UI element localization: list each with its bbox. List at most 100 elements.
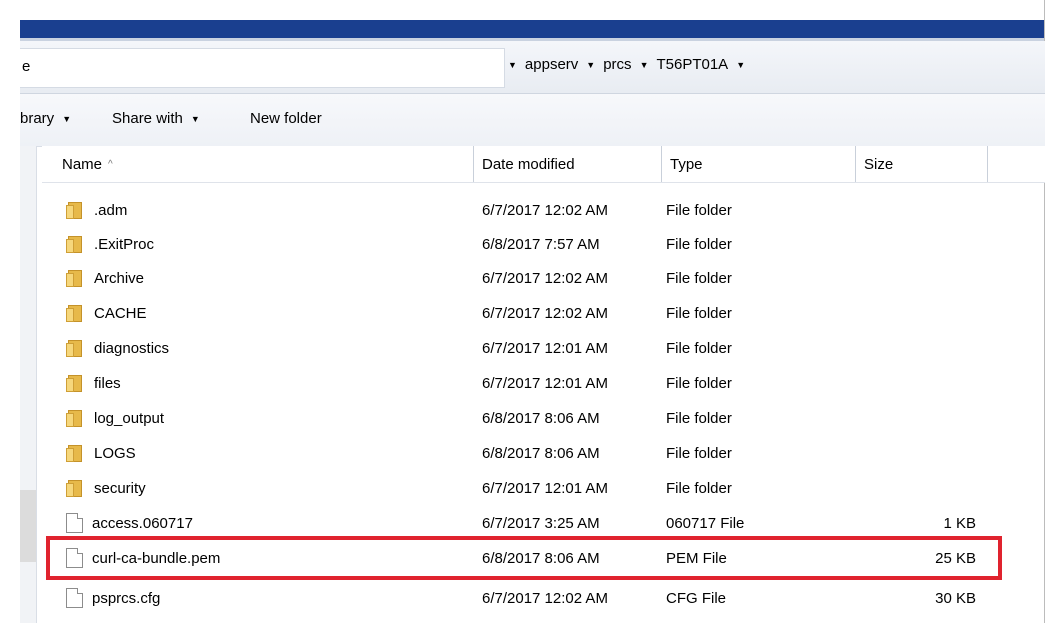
date-cell: 6/7/2017 3:25 AM (482, 514, 600, 532)
name-cell: diagnostics (66, 331, 169, 365)
file-name: .ExitProc (94, 235, 155, 253)
file-row[interactable]: .adm 6/7/2017 12:02 AM File folder (42, 193, 1045, 227)
name-cell: .ExitProc (66, 227, 154, 261)
column-name-label: Name (62, 155, 103, 173)
column-header-name[interactable]: Name ^ (42, 146, 474, 182)
folder-icon (66, 479, 85, 497)
share-with-button[interactable]: Share with ▼ (112, 110, 200, 127)
file-name: log_output (94, 409, 165, 427)
file-name: security (94, 479, 146, 497)
column-header-size[interactable]: Size (856, 146, 988, 182)
folder-icon (66, 269, 85, 287)
file-name: Archive (94, 269, 145, 287)
date-cell: 6/8/2017 8:06 AM (482, 549, 600, 567)
type-cell: File folder (666, 374, 732, 392)
size-cell (860, 366, 976, 400)
column-header-date[interactable]: Date modified (474, 146, 662, 182)
column-header-type[interactable]: Type (662, 146, 856, 182)
breadcrumb: ▼ appserv ▼ prcs ▼ T56PT01A ▼ (508, 56, 745, 73)
size-cell (860, 401, 976, 435)
file-row[interactable]: .ExitProc 6/8/2017 7:57 AM File folder (42, 227, 1045, 261)
chevron-down-icon: ▼ (190, 113, 200, 124)
folder-icon (66, 235, 85, 253)
address-field[interactable]: e (20, 48, 505, 88)
file-name: .adm (94, 201, 128, 219)
type-cell: 060717 File (666, 514, 745, 532)
date-cell: 6/7/2017 12:02 AM (482, 589, 608, 607)
chevron-down-icon[interactable]: ▼ (736, 60, 745, 70)
breadcrumb-prcs[interactable]: prcs (603, 56, 631, 73)
chevron-down-icon: ▼ (62, 113, 72, 124)
file-row[interactable]: psprcs.cfg 6/7/2017 12:02 AM CFG File 30… (42, 581, 1045, 615)
date-cell: 6/7/2017 12:02 AM (482, 304, 608, 322)
type-cell: File folder (666, 444, 732, 462)
size-cell (860, 227, 976, 261)
date-cell: 6/7/2017 12:01 AM (482, 339, 608, 357)
file-row[interactable]: access.060717 6/7/2017 3:25 AM 060717 Fi… (42, 506, 1045, 540)
folder-icon (66, 444, 85, 462)
name-cell: .adm (66, 193, 127, 227)
file-name: LOGS (94, 444, 136, 462)
file-name: files (94, 374, 121, 392)
chevron-down-icon[interactable]: ▼ (508, 60, 517, 70)
file-icon (66, 513, 83, 533)
folder-icon (66, 409, 85, 427)
new-folder-button[interactable]: New folder (250, 110, 322, 127)
file-row[interactable]: log_output 6/8/2017 8:06 AM File folder (42, 401, 1045, 435)
size-cell (860, 331, 976, 365)
file-icon (66, 548, 83, 568)
date-cell: 6/8/2017 7:57 AM (482, 235, 600, 253)
type-cell: File folder (666, 269, 732, 287)
date-cell: 6/7/2017 12:01 AM (482, 479, 608, 497)
date-cell: 6/7/2017 12:02 AM (482, 201, 608, 219)
sort-ascending-icon: ^ (108, 158, 113, 170)
address-fragment: e (22, 58, 31, 75)
include-in-library-button[interactable]: brary ▼ (20, 110, 71, 127)
type-cell: PEM File (666, 549, 727, 567)
chevron-down-icon[interactable]: ▼ (640, 60, 649, 70)
file-name: psprcs.cfg (92, 589, 161, 607)
column-size-label: Size (864, 155, 894, 173)
library-label: brary (20, 110, 55, 127)
type-cell: File folder (666, 409, 732, 427)
breadcrumb-appserv[interactable]: appserv (525, 56, 578, 73)
date-cell: 6/7/2017 12:02 AM (482, 269, 608, 287)
name-cell: access.060717 (66, 506, 193, 540)
size-cell (860, 471, 976, 505)
folder-icon (66, 201, 85, 219)
type-cell: File folder (666, 201, 732, 219)
column-date-label: Date modified (482, 155, 575, 173)
date-cell: 6/8/2017 8:06 AM (482, 409, 600, 427)
navigation-scrollbar-thumb[interactable] (20, 490, 36, 562)
file-row[interactable]: curl-ca-bundle.pem 6/8/2017 8:06 AM PEM … (42, 541, 1045, 575)
share-with-label: Share with (112, 110, 183, 127)
chevron-down-icon[interactable]: ▼ (586, 60, 595, 70)
file-row[interactable]: security 6/7/2017 12:01 AM File folder (42, 471, 1045, 505)
title-bar (20, 20, 1045, 38)
breadcrumb-t56pt01a[interactable]: T56PT01A (656, 56, 728, 73)
folder-icon (66, 304, 85, 322)
file-row[interactable]: LOGS 6/8/2017 8:06 AM File folder (42, 436, 1045, 470)
column-type-label: Type (670, 155, 703, 173)
file-row[interactable]: diagnostics 6/7/2017 12:01 AM File folde… (42, 331, 1045, 365)
folder-icon (66, 374, 85, 392)
size-cell (860, 261, 976, 295)
new-folder-label: New folder (250, 110, 322, 127)
file-row[interactable]: files 6/7/2017 12:01 AM File folder (42, 366, 1045, 400)
type-cell: File folder (666, 235, 732, 253)
type-cell: CFG File (666, 589, 726, 607)
date-cell: 6/8/2017 8:06 AM (482, 444, 600, 462)
file-row[interactable]: CACHE 6/7/2017 12:02 AM File folder (42, 296, 1045, 330)
size-cell: 1 KB (943, 514, 976, 532)
size-cell: 30 KB (935, 589, 976, 607)
name-cell: Archive (66, 261, 144, 295)
type-cell: File folder (666, 479, 732, 497)
file-name: diagnostics (94, 339, 170, 357)
name-cell: files (66, 366, 121, 400)
size-cell (860, 296, 976, 330)
file-row[interactable]: Archive 6/7/2017 12:02 AM File folder (42, 261, 1045, 295)
file-name: curl-ca-bundle.pem (92, 549, 221, 567)
folder-icon (66, 339, 85, 357)
window-top-border (0, 0, 1045, 20)
file-icon (66, 588, 83, 608)
